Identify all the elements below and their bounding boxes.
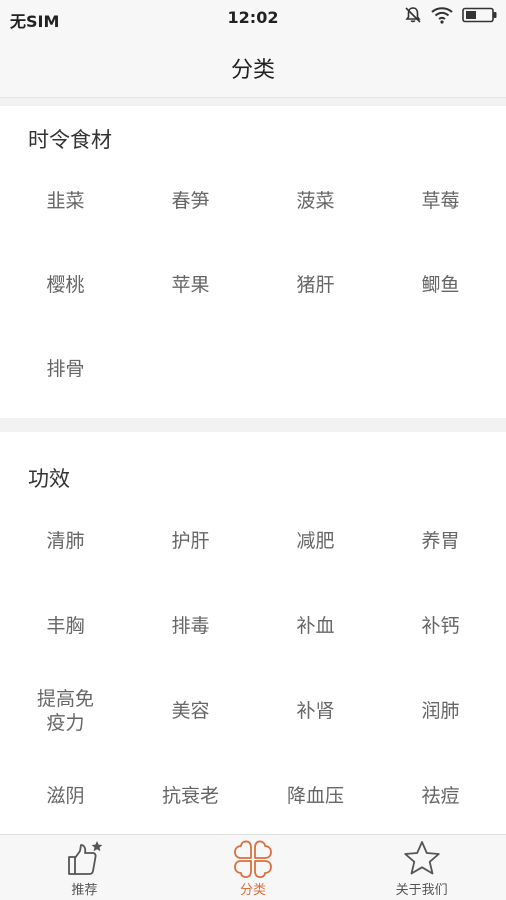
category-label: 鲫鱼 — [421, 274, 460, 296]
page-title: 分类 — [230, 58, 275, 83]
category-item[interactable]: 减肥 — [253, 498, 378, 583]
category-item[interactable]: 提高免疫力 — [3, 668, 128, 753]
thumbs-up-icon — [64, 840, 104, 878]
section-title: 功效 — [28, 467, 70, 491]
category-item[interactable]: 苹果 — [128, 243, 253, 327]
category-label: 菠菜 — [296, 190, 335, 212]
tab-label: 推荐 — [71, 883, 98, 898]
clover-grid-icon — [233, 840, 273, 878]
category-item[interactable]: 菠菜 — [253, 159, 378, 243]
category-item[interactable]: 草莓 — [378, 159, 503, 243]
category-item[interactable]: 祛痘 — [378, 753, 503, 838]
category-item[interactable]: 樱桃 — [3, 243, 128, 327]
category-item[interactable]: 补肾 — [253, 668, 378, 753]
category-item[interactable]: 补钙 — [378, 583, 503, 668]
category-label: 润肺 — [421, 699, 460, 722]
category-item[interactable]: 排毒 — [128, 583, 253, 668]
tab-label: 关于我们 — [395, 883, 448, 898]
section-title: 时令食材 — [28, 128, 112, 152]
category-item[interactable]: 春笋 — [128, 159, 253, 243]
category-item[interactable]: 美容 — [128, 668, 253, 753]
wifi-icon — [430, 6, 454, 28]
category-label: 草莓 — [421, 190, 460, 212]
category-label: 降血压 — [286, 784, 344, 807]
category-label: 祛痘 — [421, 784, 460, 807]
category-label: 苹果 — [171, 274, 210, 296]
category-label: 护肝 — [171, 529, 210, 552]
category-item[interactable]: 抗衰老 — [128, 753, 253, 838]
category-item[interactable]: 降血压 — [253, 753, 378, 838]
mute-bell-icon — [404, 6, 422, 28]
category-item[interactable]: 韭菜 — [3, 159, 128, 243]
category-label: 提高免疫力 — [36, 687, 94, 734]
category-item[interactable]: 养胃 — [378, 498, 503, 583]
category-item[interactable]: 滋阴 — [3, 753, 128, 838]
category-label: 韭菜 — [46, 190, 85, 212]
tab-label: 分类 — [240, 883, 267, 898]
category-label: 樱桃 — [46, 274, 85, 296]
category-item[interactable]: 排骨 — [3, 327, 128, 411]
category-label: 美容 — [171, 699, 210, 722]
category-item[interactable]: 护肝 — [128, 498, 253, 583]
category-grid: 韭菜 春笋 菠菜 草莓 樱桃 苹果 猪肝 鲫鱼 排骨 — [3, 159, 503, 411]
tab-recommend[interactable]: 推荐 — [0, 835, 169, 900]
category-item[interactable]: 鲫鱼 — [378, 243, 503, 327]
category-item[interactable]: 润肺 — [378, 668, 503, 753]
category-label: 补血 — [296, 614, 335, 637]
navigation-bar: 分类 — [0, 36, 506, 98]
category-grid: 清肺 护肝 减肥 养胃 丰胸 排毒 补血 补钙 提高免疫力 美容 补肾 润肺 滋… — [3, 498, 503, 838]
category-label: 排毒 — [171, 614, 210, 637]
category-label: 养胃 — [421, 529, 460, 552]
category-item[interactable]: 清肺 — [3, 498, 128, 583]
category-label: 猪肝 — [296, 274, 335, 296]
category-label: 减肥 — [296, 529, 335, 552]
status-icons — [404, 6, 498, 28]
battery-icon — [462, 7, 498, 27]
category-item[interactable]: 丰胸 — [3, 583, 128, 668]
section-efficacy: 功效 清肺 护肝 减肥 养胃 丰胸 排毒 补血 补钙 提高免疫力 美容 补肾 润… — [0, 432, 506, 834]
status-bar: 无SIM 12:02 — [0, 0, 506, 36]
bottom-tab-bar: 推荐 分类 关于我们 — [0, 834, 506, 900]
tab-category[interactable]: 分类 — [169, 835, 338, 900]
category-label: 春笋 — [171, 190, 210, 212]
category-label: 排骨 — [46, 358, 85, 380]
category-label: 补肾 — [296, 699, 335, 722]
category-label: 滋阴 — [46, 784, 85, 807]
section-seasonal-ingredients: 时令食材 韭菜 春笋 菠菜 草莓 樱桃 苹果 猪肝 鲫鱼 排骨 — [0, 106, 506, 418]
category-label: 清肺 — [46, 529, 85, 552]
category-item[interactable]: 补血 — [253, 583, 378, 668]
category-item[interactable]: 猪肝 — [253, 243, 378, 327]
tab-about-us[interactable]: 关于我们 — [337, 835, 506, 900]
category-label: 抗衰老 — [161, 784, 219, 807]
category-label: 丰胸 — [46, 614, 85, 637]
star-icon — [402, 840, 442, 878]
category-label: 补钙 — [421, 614, 460, 637]
